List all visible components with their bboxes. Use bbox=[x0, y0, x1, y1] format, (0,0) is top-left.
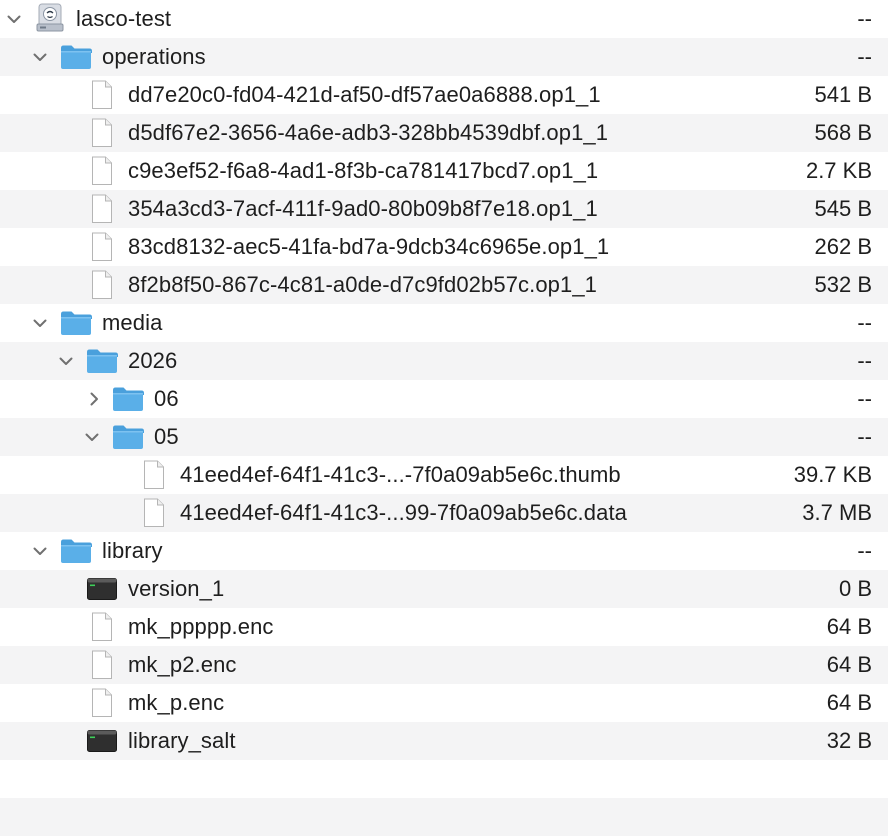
document-icon bbox=[138, 498, 170, 528]
item-name: c9e3ef52-f6a8-4ad1-8f3b-ca781417bcd7.op1… bbox=[128, 158, 599, 183]
list-row-file[interactable]: 83cd8132-aec5-41fa-bd7a-9dcb34c6965e.op1… bbox=[0, 228, 888, 266]
item-name: 41eed4ef-64f1-41c3-...99-7f0a09ab5e6c.da… bbox=[180, 500, 627, 525]
list-row-operations[interactable]: operations -- bbox=[0, 38, 888, 76]
item-size: 64 B bbox=[826, 614, 872, 639]
folder-icon bbox=[86, 347, 118, 375]
document-icon bbox=[86, 612, 118, 642]
document-icon bbox=[86, 650, 118, 680]
document-icon bbox=[86, 232, 118, 262]
item-size: -- bbox=[857, 424, 872, 449]
item-size: 532 B bbox=[814, 272, 873, 297]
list-row-file[interactable]: mk_p.enc 64 B bbox=[0, 684, 888, 722]
item-size: -- bbox=[857, 348, 872, 373]
list-row-05[interactable]: 05 -- bbox=[0, 418, 888, 456]
folder-icon bbox=[60, 43, 92, 71]
chevron-down-icon[interactable] bbox=[29, 38, 51, 76]
document-icon bbox=[86, 118, 118, 148]
item-size: -- bbox=[857, 6, 872, 31]
document-icon bbox=[86, 80, 118, 110]
item-name: library bbox=[102, 538, 163, 563]
item-name: 41eed4ef-64f1-41c3-...-7f0a09ab5e6c.thum… bbox=[180, 462, 621, 487]
list-row-file[interactable]: library_salt 32 B bbox=[0, 722, 888, 760]
chevron-right-icon[interactable] bbox=[83, 380, 105, 418]
item-size: -- bbox=[857, 538, 872, 563]
item-name: 2026 bbox=[128, 348, 178, 373]
executable-icon bbox=[86, 729, 118, 753]
folder-icon bbox=[60, 537, 92, 565]
folder-icon bbox=[112, 385, 144, 413]
list-row-file[interactable]: 354a3cd3-7acf-411f-9ad0-80b09b8f7e18.op1… bbox=[0, 190, 888, 228]
list-row-media[interactable]: media -- bbox=[0, 304, 888, 342]
item-size: -- bbox=[857, 386, 872, 411]
list-row-06[interactable]: 06 -- bbox=[0, 380, 888, 418]
chevron-down-icon[interactable] bbox=[3, 0, 25, 38]
list-row-file[interactable]: d5df67e2-3656-4a6e-adb3-328bb4539dbf.op1… bbox=[0, 114, 888, 152]
document-icon bbox=[86, 270, 118, 300]
drive-icon bbox=[34, 3, 66, 33]
item-name: d5df67e2-3656-4a6e-adb3-328bb4539dbf.op1… bbox=[128, 120, 609, 145]
document-icon bbox=[86, 194, 118, 224]
item-size: 262 B bbox=[814, 234, 873, 259]
item-name: dd7e20c0-fd04-421d-af50-df57ae0a6888.op1… bbox=[128, 82, 601, 107]
item-size: 541 B bbox=[814, 82, 873, 107]
item-size: 2.7 KB bbox=[805, 158, 872, 183]
list-row-file[interactable]: dd7e20c0-fd04-421d-af50-df57ae0a6888.op1… bbox=[0, 76, 888, 114]
item-size: 3.7 MB bbox=[802, 500, 872, 525]
empty-row bbox=[0, 798, 888, 836]
item-size: 39.7 KB bbox=[793, 462, 872, 487]
list-row-lasco-test[interactable]: lasco-test -- bbox=[0, 0, 888, 38]
folder-icon bbox=[112, 423, 144, 451]
item-size: 32 B bbox=[826, 728, 872, 753]
list-row-library[interactable]: library -- bbox=[0, 532, 888, 570]
chevron-down-icon[interactable] bbox=[81, 418, 103, 456]
document-icon bbox=[86, 156, 118, 186]
list-row-file[interactable]: 41eed4ef-64f1-41c3-...-7f0a09ab5e6c.thum… bbox=[0, 456, 888, 494]
document-icon bbox=[86, 688, 118, 718]
list-row-file[interactable]: mk_p2.enc 64 B bbox=[0, 646, 888, 684]
item-name: mk_p2.enc bbox=[128, 652, 237, 677]
item-size: -- bbox=[857, 310, 872, 335]
item-name: media bbox=[102, 310, 163, 335]
item-name: 83cd8132-aec5-41fa-bd7a-9dcb34c6965e.op1… bbox=[128, 234, 610, 259]
item-size: 568 B bbox=[814, 120, 873, 145]
item-size: 545 B bbox=[814, 196, 873, 221]
item-size: -- bbox=[857, 44, 872, 69]
item-name: lasco-test bbox=[76, 6, 172, 31]
item-name: 354a3cd3-7acf-411f-9ad0-80b09b8f7e18.op1… bbox=[128, 196, 598, 221]
empty-row bbox=[0, 760, 888, 798]
item-name: mk_ppppp.enc bbox=[128, 614, 274, 639]
file-list: lasco-test -- operations -- dd7e20c0-fd0… bbox=[0, 0, 888, 836]
item-size: 0 B bbox=[838, 576, 872, 601]
item-name: version_1 bbox=[128, 576, 225, 601]
list-row-file[interactable]: mk_ppppp.enc 64 B bbox=[0, 608, 888, 646]
executable-icon bbox=[86, 577, 118, 601]
item-name: library_salt bbox=[128, 728, 236, 753]
chevron-down-icon[interactable] bbox=[29, 532, 51, 570]
list-row-file[interactable]: c9e3ef52-f6a8-4ad1-8f3b-ca781417bcd7.op1… bbox=[0, 152, 888, 190]
chevron-down-icon[interactable] bbox=[55, 342, 77, 380]
list-row-file[interactable]: version_1 0 B bbox=[0, 570, 888, 608]
item-name: mk_p.enc bbox=[128, 690, 225, 715]
list-row-file[interactable]: 41eed4ef-64f1-41c3-...99-7f0a09ab5e6c.da… bbox=[0, 494, 888, 532]
document-icon bbox=[138, 460, 170, 490]
list-row-file[interactable]: 8f2b8f50-867c-4c81-a0de-d7c9fd02b57c.op1… bbox=[0, 266, 888, 304]
folder-icon bbox=[60, 309, 92, 337]
item-name: 05 bbox=[154, 424, 179, 449]
chevron-down-icon[interactable] bbox=[29, 304, 51, 342]
item-size: 64 B bbox=[826, 690, 872, 715]
item-name: 8f2b8f50-867c-4c81-a0de-d7c9fd02b57c.op1… bbox=[128, 272, 598, 297]
item-size: 64 B bbox=[826, 652, 872, 677]
list-row-2026[interactable]: 2026 -- bbox=[0, 342, 888, 380]
item-name: operations bbox=[102, 44, 206, 69]
item-name: 06 bbox=[154, 386, 179, 411]
